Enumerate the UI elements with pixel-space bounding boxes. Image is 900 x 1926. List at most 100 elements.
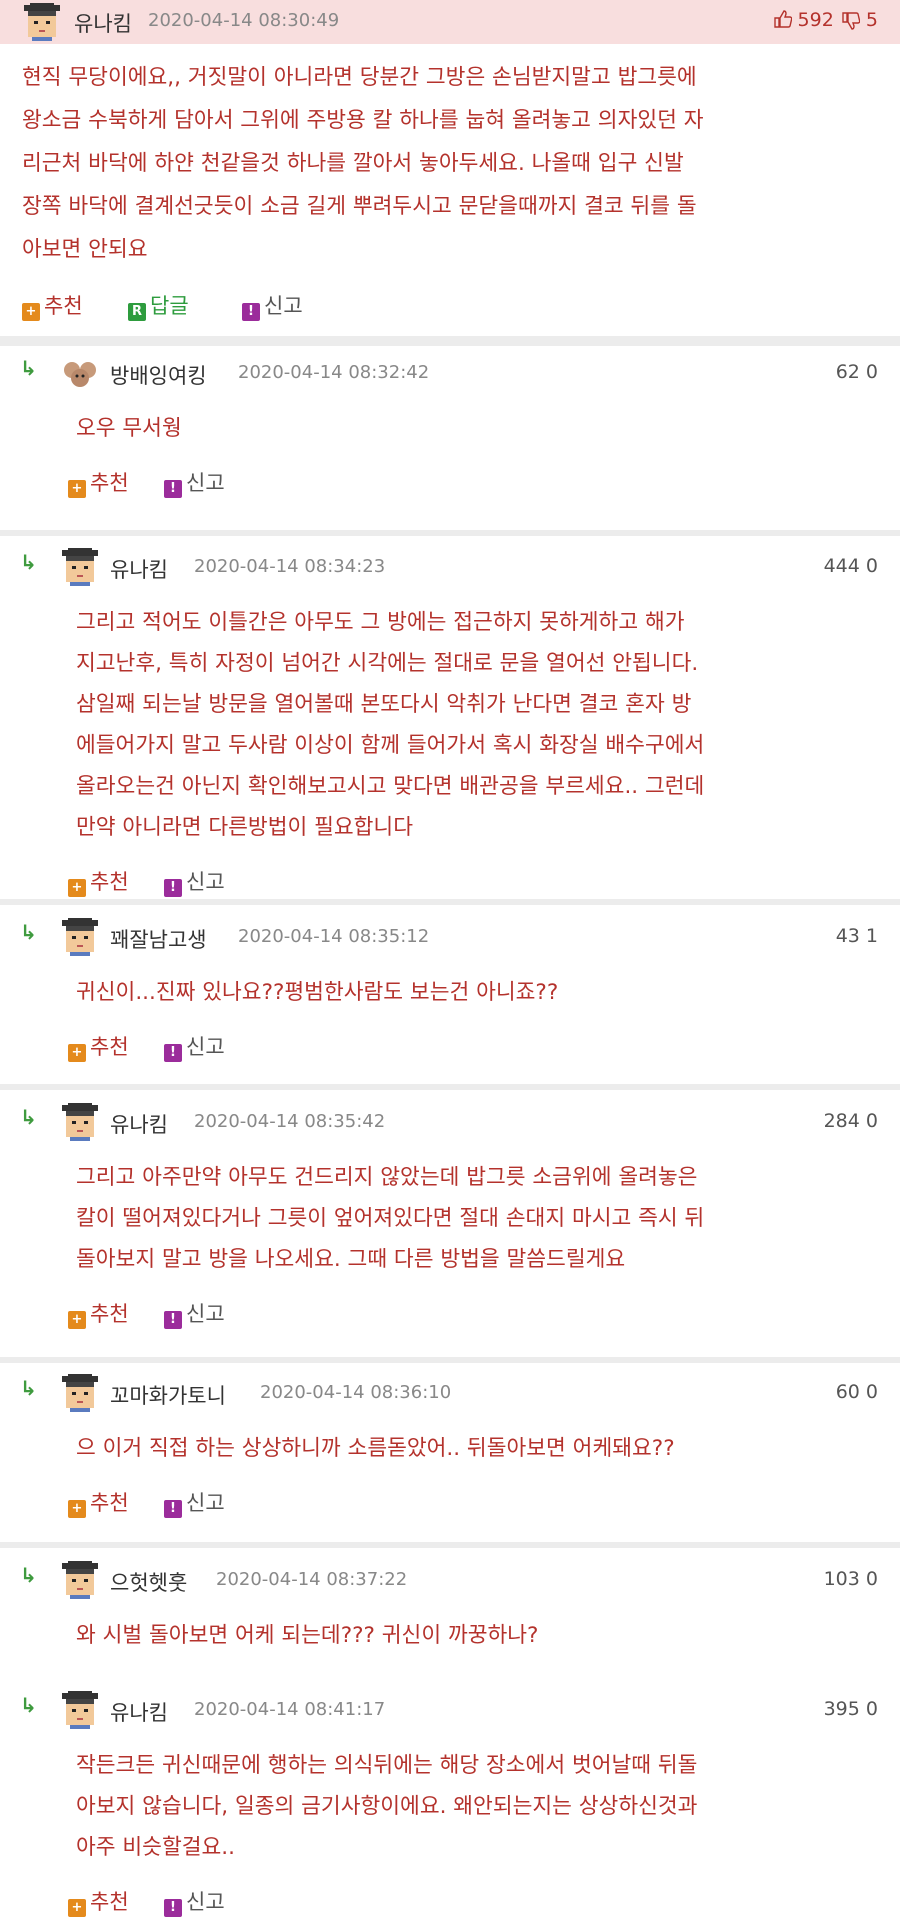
reply-button[interactable]: R 답글 [128,290,189,321]
recommend-button[interactable]: + 추천 [68,1886,129,1917]
reply-arrow-icon: ↳ [20,1376,37,1400]
comment-line: 왕소금 수북하게 담아서 그위에 주방용 칼 하나를 눕혀 올려놓고 의자있던 … [22,108,704,133]
reply-arrow-icon: ↳ [20,550,37,574]
comment-date: 2020-04-14 08:35:12 [238,926,430,947]
comment-body: 으 이거 직접 하는 상상하니까 소름돋았어.. 뒤돌아보면 어케돼요?? [76,1428,864,1469]
thumbs-up-icon[interactable] [773,10,792,28]
recommend-label: 추천 [90,1890,129,1914]
report-button[interactable]: ! 신고 [164,1031,225,1062]
report-icon: ! [164,1044,182,1062]
comment-date: 2020-04-14 08:36:10 [260,1382,452,1403]
comment-date: 2020-04-14 08:34:23 [194,556,386,577]
comment-line: 작든크든 귀신때문에 행하는 의식뒤에는 해당 장소에서 벗어날때 뒤돌 [76,1753,698,1778]
comment-line: 돌아보지 말고 방을 나오세요. 그때 다른 방법을 말씀드릴게요 [76,1247,626,1272]
reply-comment: ↳ 방배잉여킹 2020-04-14 08:32:42 62 0 오우 무서웡 + 추천 ! 신… [0,346,900,536]
plus-icon: + [68,1500,86,1518]
avatar [60,1561,100,1599]
vote-counts: 60 0 [835,1381,878,1403]
comment-date: 2020-04-14 08:41:17 [194,1699,386,1720]
vote-counts: 62 0 [835,361,878,383]
comment-body: 현직 무당이에요,, 거짓말이 아니라면 당분간 그방은 손님받지말고 밥그릇에… [22,56,870,271]
recommend-button[interactable]: + 추천 [68,1298,129,1329]
comment-date: 2020-04-14 08:32:42 [238,362,430,383]
r-icon: R [128,303,146,321]
separator [0,1084,900,1090]
comment-line: 아주 비슷할걸요.. [76,1835,235,1860]
avatar [60,1103,100,1141]
recommend-button[interactable]: + 추천 [68,1487,129,1518]
comment-line: 그리고 적어도 이틀간은 아무도 그 방에는 접근하지 못하게하고 해가 [76,610,685,635]
avatar [60,1691,100,1729]
recommend-label: 추천 [90,1035,129,1059]
report-label: 신고 [186,1035,225,1059]
report-button[interactable]: ! 신고 [164,1298,225,1329]
separator [0,899,900,905]
comment-author[interactable]: 꼬마화가토니 [110,1380,226,1410]
separator [0,336,900,346]
comment-author[interactable]: 으헛헷훗 [110,1567,187,1597]
report-icon: ! [242,303,260,321]
comment-line: 와 시벌 돌아보면 어케 되는데??? 귀신이 까꿍하나? [76,1623,539,1648]
comment-author[interactable]: 유나킴 [110,554,168,584]
vote-counts: 103 0 [823,1568,878,1590]
comment-line: 만약 아니라면 다른방법이 필요합니다 [76,815,413,840]
recommend-button[interactable]: + 추천 [22,290,83,321]
comment-author[interactable]: 꽤잘남고생 [110,924,207,954]
top-comment: 유나킴 2020-04-14 08:30:49 592 5 현직 무당이에요,,… [0,0,900,290]
report-label: 신고 [186,870,225,894]
vote-counts: 444 0 [823,555,878,577]
comment-line: 오우 무서웡 [76,416,182,441]
avatar [60,1374,100,1412]
avatar [60,548,100,586]
report-button[interactable]: ! 신고 [164,866,225,897]
report-button[interactable]: ! 신고 [242,290,303,321]
top-comment-header [0,0,900,44]
plus-icon: + [68,879,86,897]
report-button[interactable]: ! 신고 [164,1487,225,1518]
comment-line: 장쪽 바닥에 결계선긋듯이 소금 길게 뿌려두시고 문닫을때까지 결코 뒤를 돌 [22,194,697,219]
comment-line: 올라오는건 아닌지 확인해보고시고 맞다면 배관공을 부르세요.. 그런데 [76,774,705,799]
comment-author[interactable]: 유나킴 [110,1697,168,1727]
comment-line: 귀신이...진짜 있나요??평범한사람도 보는건 아니죠?? [76,980,559,1005]
reply-arrow-icon: ↳ [20,1693,37,1717]
reply-arrow-icon: ↳ [20,920,37,944]
comment-line: 현직 무당이에요,, 거짓말이 아니라면 당분간 그방은 손님받지말고 밥그릇에 [22,65,697,90]
comment-author[interactable]: 유나킴 [110,1109,168,1139]
plus-icon: + [68,1311,86,1329]
comment-line: 지고난후, 특히 자정이 넘어간 시각에는 절대로 문을 열어선 안됩니다. [76,651,699,676]
comment-author[interactable]: 유나킴 [74,8,132,38]
reply-arrow-icon: ↳ [20,356,37,380]
comment-line: 칼이 떨어져있다거나 그릇이 엎어져있다면 절대 손대지 마시고 즉시 뒤 [76,1206,705,1231]
downvote-count: 5 [865,9,878,31]
report-label: 신고 [186,1491,225,1515]
report-button[interactable]: ! 신고 [164,1886,225,1917]
recommend-button[interactable]: + 추천 [68,1031,129,1062]
separator [0,530,900,536]
recommend-button[interactable]: + 추천 [68,467,129,498]
recommend-button[interactable]: + 추천 [68,866,129,897]
vote-counts: 395 0 [823,1698,878,1720]
vote-counts: 592 5 [773,9,878,31]
comment-line: 리근처 바닥에 하얀 천같을것 하나를 깔아서 놓아두세요. 나올때 입구 신발 [22,151,684,176]
thumbs-down-icon[interactable] [842,12,861,30]
comment-date: 2020-04-14 08:37:22 [216,1569,408,1590]
recommend-label: 추천 [90,1302,129,1326]
report-icon: ! [164,879,182,897]
comment-date: 2020-04-14 08:35:42 [194,1111,386,1132]
comment-line: 삼일째 되는날 방문을 열어볼때 본또다시 악취가 난다면 결코 혼자 방 [76,692,692,717]
comment-author[interactable]: 방배잉여킹 [110,360,207,390]
avatar [22,3,62,41]
reply-comment: ↳ 꼬마화가토니 2020-04-14 08:36:10 60 0 으 이거 직접 하는… [0,1366,900,1548]
comment-body: 그리고 아주만약 아무도 건드리지 않았는데 밥그릇 소금위에 올려놓은 칼이 떨… [76,1157,864,1280]
upvote-count: 592 [797,9,834,31]
report-icon: ! [164,1899,182,1917]
report-button[interactable]: ! 신고 [164,467,225,498]
reply-comment: ↳ 유나킴 2020-04-14 08:34:23 444 0 그리고 적어도 이틀간은… [0,540,900,905]
avatar [64,362,96,387]
report-label: 신고 [186,1890,225,1914]
comment-body: 그리고 적어도 이틀간은 아무도 그 방에는 접근하지 못하게하고 해가지고난후… [76,602,864,848]
report-icon: ! [164,1500,182,1518]
recommend-label: 추천 [90,870,129,894]
comment-body: 오우 무서웡 [76,408,864,449]
plus-icon: + [22,303,40,321]
